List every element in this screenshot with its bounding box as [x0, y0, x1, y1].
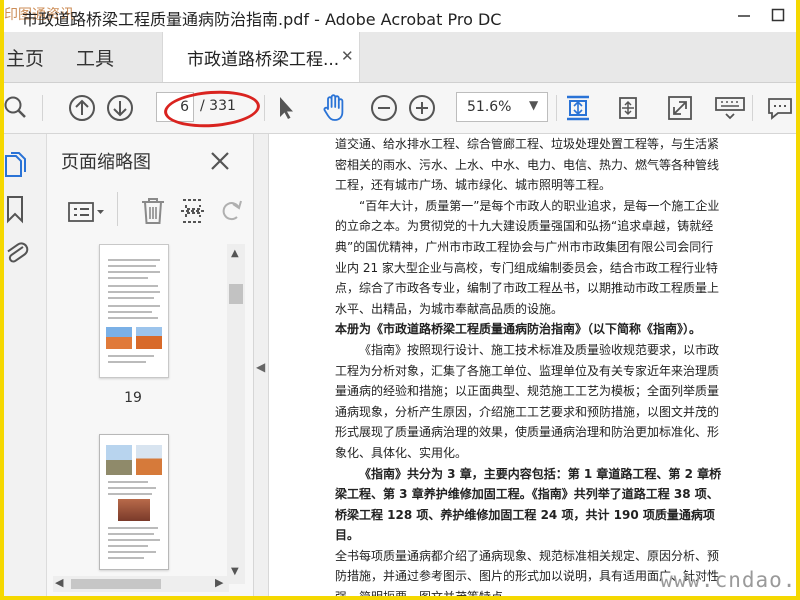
toolbar: 6 / 331 51.6% ▼	[4, 83, 796, 134]
toolbar-divider	[117, 192, 118, 226]
list-options-icon	[68, 202, 104, 222]
rotate-icon	[222, 200, 242, 221]
scroll-right-icon[interactable]: ▶	[215, 576, 223, 589]
arrow-down-circle-icon	[107, 95, 133, 121]
document-paragraph: 《指南》按照现行设计、施工技术标准及质量验收规范要求，以市政工程为分析对象，汇集…	[335, 342, 720, 460]
title-bar: 印图通资讯 市政道路桥梁工程质量通病防治指南.pdf - Adobe Acrob…	[4, 0, 796, 32]
tab-document[interactable]: 市政道路桥梁工程... ✕	[162, 32, 360, 82]
options-menu-button[interactable]	[67, 200, 107, 224]
paperclip-icon	[7, 242, 29, 263]
fit-width-button[interactable]	[562, 92, 594, 124]
next-page-button[interactable]	[104, 92, 136, 124]
acrobat-window: 印图通资讯 市政道路桥梁工程质量通病防治指南.pdf - Adobe Acrob…	[4, 0, 796, 596]
thumbnail-photo	[136, 445, 162, 475]
rotate-page-button[interactable]	[219, 196, 245, 226]
zoom-in-button[interactable]	[406, 92, 438, 124]
panel-title: 页面缩略图	[61, 152, 151, 173]
thumbnail-list: 19	[47, 244, 227, 574]
tab-home[interactable]: 主页	[6, 44, 44, 71]
select-tool-button[interactable]	[270, 92, 302, 124]
panel-splitter[interactable]: ◀	[254, 134, 269, 596]
arrow-up-circle-icon	[69, 95, 95, 121]
search-icon	[4, 96, 26, 118]
split-pages-icon	[181, 199, 205, 223]
bookmark-icon	[7, 196, 23, 224]
tab-document-label: 市政道路桥梁工程...	[187, 50, 340, 70]
document-paragraph: 《指南》共分为 3 章，主要内容包括：第 1 章道路工程、第 2 章桥梁工程、第…	[335, 466, 722, 543]
keyboard-icon	[715, 97, 745, 120]
fit-page-icon	[567, 95, 589, 121]
maximize-button[interactable]	[766, 4, 790, 26]
zoom-select[interactable]: 51.6% ▼	[456, 92, 548, 122]
document-view[interactable]: 道交通、给水排水工程、综合管廊工程、垃圾处理处置工程等，与生活紧密相关的雨水、污…	[269, 134, 796, 596]
extract-pages-button[interactable]	[179, 196, 207, 226]
comment-icon	[768, 98, 792, 120]
search-button[interactable]	[4, 92, 32, 124]
scroll-up-icon[interactable]: ▲	[231, 248, 239, 259]
scrollbar-thumb[interactable]	[229, 284, 243, 304]
thumbnail-toolbar	[47, 186, 253, 236]
thumbnail-photo	[118, 499, 150, 521]
document-page-text: 道交通、给水排水工程、综合管廊工程、垃圾处理处置工程等，与生活紧密相关的雨水、污…	[335, 134, 725, 596]
thumbnail-page-number: 19	[124, 390, 142, 406]
minus-circle-icon	[371, 95, 397, 121]
toolbar-divider	[264, 95, 265, 121]
tab-tools[interactable]: 工具	[76, 44, 114, 71]
keyboard-button[interactable]	[714, 92, 746, 124]
plus-circle-icon	[409, 95, 435, 121]
minimize-icon	[738, 15, 750, 17]
thumbnail-vertical-scrollbar[interactable]: ▲ ▼	[227, 244, 245, 584]
close-panel-button[interactable]	[207, 148, 233, 174]
comment-button[interactable]	[764, 92, 796, 124]
thumbnail-horizontal-scrollbar[interactable]: ◀ ▶	[53, 576, 229, 592]
attachments-button[interactable]	[4, 236, 30, 268]
thumbnails-panel: 页面缩略图 19 ▲ ▼ ◀ ▶	[47, 134, 254, 596]
page-thumbnail[interactable]	[99, 434, 169, 570]
previous-page-button[interactable]	[66, 92, 98, 124]
scroll-down-icon[interactable]: ▼	[231, 566, 239, 577]
document-paragraph: 道交通、给水排水工程、综合管廊工程、垃圾处理处置工程等，与生活紧密相关的雨水、污…	[335, 137, 720, 193]
navigation-strip	[4, 134, 47, 596]
close-tab-icon[interactable]: ✕	[341, 47, 354, 65]
tabs-row: 主页 工具 市政道路桥梁工程... ✕	[4, 32, 796, 83]
document-paragraph: 本册为《市政道路桥梁工程质量通病防治指南》（以下简称《指南》）。	[335, 322, 702, 337]
scroll-left-icon[interactable]: ◀	[55, 576, 63, 589]
close-icon	[211, 152, 229, 170]
maximize-icon	[771, 8, 785, 22]
thumbnail-photo	[136, 327, 162, 349]
minimize-button[interactable]	[732, 4, 756, 26]
chevron-down-icon: ▼	[529, 98, 539, 112]
page-thumbnail[interactable]	[99, 244, 169, 378]
toolbar-divider	[752, 95, 753, 121]
thumbnail-photo	[106, 327, 132, 349]
window-title: 市政道路桥梁工程质量通病防治指南.pdf - Adobe Acrobat Pro…	[22, 10, 502, 29]
toolbar-divider	[556, 95, 557, 121]
bookmarks-button[interactable]	[4, 194, 28, 224]
page-rotate-icon	[619, 97, 637, 119]
cursor-arrow-icon	[280, 97, 293, 119]
site-watermark: www.cndao.com	[660, 568, 796, 592]
thumbnail-photo	[106, 445, 132, 475]
delete-page-button[interactable]	[139, 196, 167, 226]
zoom-value: 51.6%	[467, 99, 512, 115]
collapse-panel-icon[interactable]: ◀	[256, 360, 265, 374]
zoom-out-button[interactable]	[368, 92, 400, 124]
hand-icon	[323, 94, 344, 121]
full-screen-button[interactable]	[664, 92, 696, 124]
document-paragraph: “百年大计，质量第一”是每个市政人的职业追求，是每一个施工企业的立命之本。为贯彻…	[335, 198, 720, 316]
trash-icon	[142, 198, 164, 224]
scrollbar-thumb[interactable]	[71, 579, 161, 589]
expand-icon	[668, 96, 692, 120]
hand-tool-button[interactable]	[318, 92, 350, 124]
rotate-view-button[interactable]	[612, 92, 644, 124]
page-thumbnails-button[interactable]	[4, 152, 30, 182]
toolbar-divider	[42, 95, 43, 121]
pages-icon	[5, 152, 26, 177]
